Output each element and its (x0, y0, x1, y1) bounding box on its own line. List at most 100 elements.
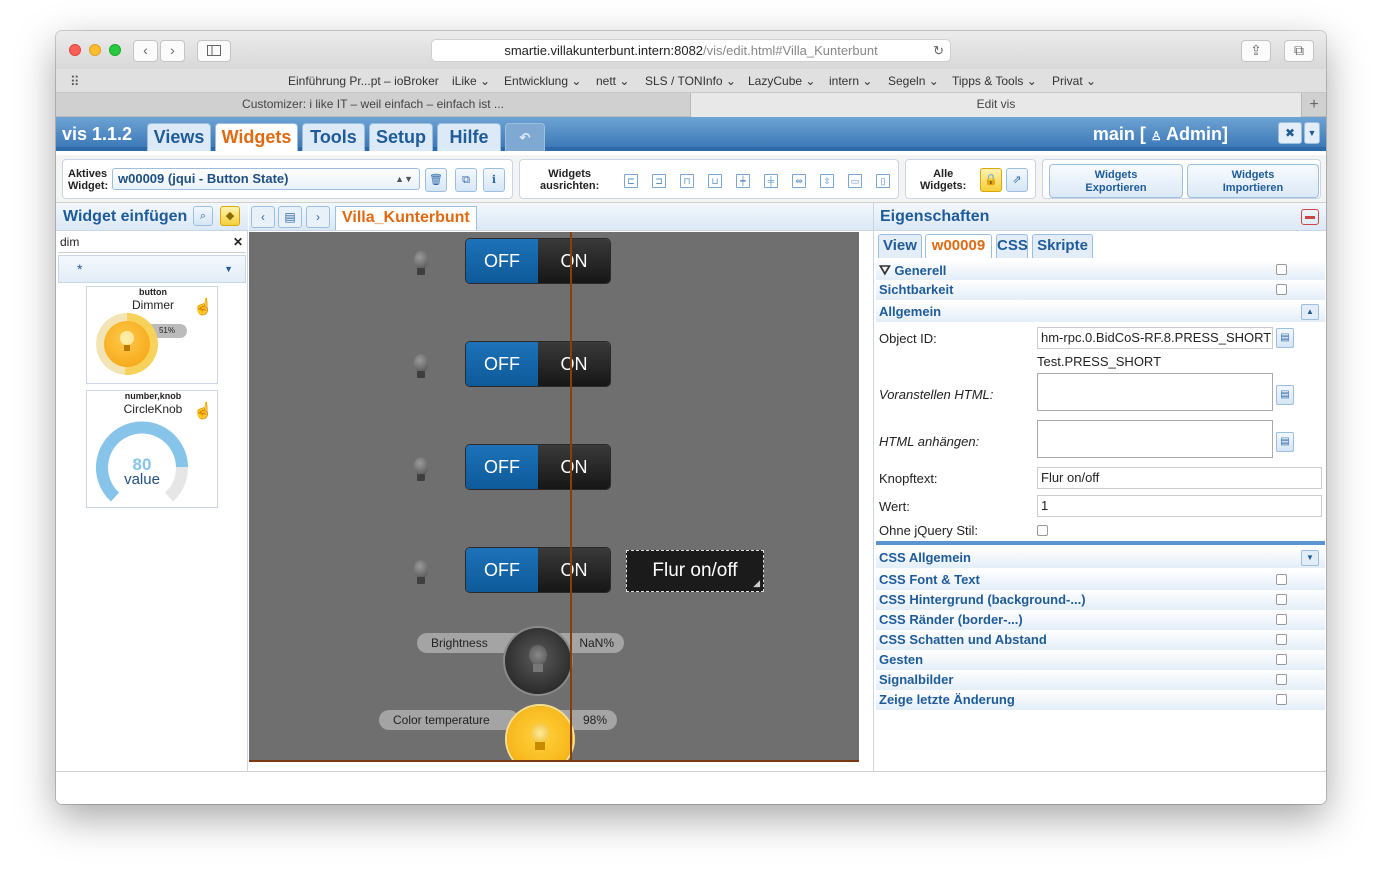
section-checkbox[interactable] (1276, 264, 1287, 275)
chevron-left-icon[interactable]: ‹ (251, 206, 275, 228)
section-css-shadow[interactable]: CSS Schatten und Abstand (876, 630, 1325, 650)
bookmark-item[interactable]: Tipps & Tools ⌄ (952, 74, 1037, 88)
align-top-icon[interactable]: ⊓ (680, 174, 694, 188)
expand-icon[interactable]: ▼ (1301, 550, 1319, 566)
section-last-change[interactable]: Zeige letzte Änderung (876, 690, 1325, 710)
flur-button-widget[interactable]: Flur on/off ◢ (626, 550, 764, 592)
section-checkbox[interactable] (1276, 654, 1287, 665)
bookmark-item[interactable]: Segeln ⌄ (888, 74, 939, 88)
close-window-button[interactable] (69, 44, 81, 56)
browser-tab[interactable]: Customizer: i like IT – weil einfach – e… (56, 93, 690, 117)
section-css-allgemein[interactable]: CSS Allgemein ▼ (876, 548, 1325, 568)
clear-filter-icon[interactable]: ✕ (233, 233, 243, 251)
tab-w00009[interactable]: w00009 (925, 234, 992, 258)
edit-canvas[interactable]: OFF ON OFF ON OFF ON OFF ON Flur on/off ◢ Bri… (249, 232, 859, 760)
switch-on-button[interactable]: ON (538, 342, 610, 386)
distribute-vertical-icon[interactable]: ⇳ (820, 174, 834, 188)
resize-handle-icon[interactable]: ◢ (753, 563, 760, 603)
undo-icon[interactable]: ↶ (505, 123, 545, 151)
switch-off-button[interactable]: OFF (466, 342, 538, 386)
align-center-horizontal-icon[interactable]: ╪ (764, 174, 778, 188)
same-width-icon[interactable]: ▭ (848, 174, 862, 188)
section-css-border[interactable]: CSS Ränder (border-...) (876, 610, 1325, 630)
new-tab-icon[interactable]: + (1302, 93, 1326, 117)
bookmark-item[interactable]: Einführung Pr...pt – ioBroker (288, 74, 439, 88)
menu-setup[interactable]: Setup (369, 123, 433, 151)
close-icon[interactable]: ✖ (1278, 122, 1302, 144)
switch-widget[interactable]: OFF ON (466, 548, 610, 592)
value-input[interactable]: 1 (1037, 495, 1322, 517)
section-checkbox[interactable] (1276, 694, 1287, 705)
section-checkbox[interactable] (1276, 674, 1287, 685)
tab-skripte[interactable]: Skripte (1032, 234, 1093, 258)
menu-widgets[interactable]: Widgets (215, 123, 298, 151)
copy-icon[interactable]: ⧉ (455, 168, 477, 192)
append-html-textarea[interactable] (1037, 420, 1273, 458)
switch-off-button[interactable]: OFF (466, 239, 538, 283)
bookmark-item[interactable]: Privat ⌄ (1052, 74, 1096, 88)
section-checkbox[interactable] (1276, 634, 1287, 645)
no-jquery-checkbox[interactable] (1037, 525, 1048, 536)
reload-icon[interactable]: ↻ (933, 40, 944, 61)
edit-append-icon[interactable]: ▤ (1276, 432, 1294, 452)
bookmark-item[interactable]: iLike ⌄ (452, 74, 490, 88)
button-text-input[interactable]: Flur on/off (1037, 467, 1322, 489)
tag-icon[interactable]: ◆ (220, 206, 240, 226)
section-signalbilder[interactable]: Signalbilder (876, 670, 1325, 690)
category-select[interactable]: * ▼ (58, 255, 246, 283)
minimize-window-button[interactable] (89, 44, 101, 56)
widget-filter-input[interactable]: dim ✕ (58, 233, 246, 253)
browser-tab-active[interactable]: Edit vis (690, 93, 1302, 117)
bookmark-item[interactable]: LazyCube ⌄ (748, 74, 815, 88)
align-bottom-icon[interactable]: ⊔ (708, 174, 722, 188)
back-icon[interactable]: ‹ (133, 40, 158, 62)
switch-on-button[interactable]: ON (538, 445, 610, 489)
switch-widget[interactable]: OFF ON (466, 239, 610, 283)
lock-icon[interactable]: 🔒 (980, 168, 1002, 192)
brightness-knob[interactable] (505, 628, 571, 694)
section-checkbox[interactable] (1276, 284, 1287, 295)
bookmark-item[interactable]: SLS / TONInfo ⌄ (645, 74, 736, 88)
switch-on-button[interactable]: ON (538, 548, 610, 592)
section-css-font[interactable]: CSS Font & Text (876, 570, 1325, 590)
menu-tools[interactable]: Tools (302, 123, 365, 151)
collapse-icon[interactable]: ▲ (1301, 304, 1319, 320)
tabs-overview-icon[interactable]: ⧉ (1284, 40, 1314, 62)
menu-hilfe[interactable]: Hilfe (437, 123, 501, 151)
external-link-icon[interactable]: ⇗ (1006, 168, 1028, 192)
switch-off-button[interactable]: OFF (466, 445, 538, 489)
section-gesten[interactable]: Gesten (876, 650, 1325, 670)
section-sichtbarkeit[interactable]: Sichtbarkeit (876, 280, 1325, 300)
bookmark-item[interactable]: Entwicklung ⌄ (504, 74, 581, 88)
section-css-background[interactable]: CSS Hintergrund (background-...) (876, 590, 1325, 610)
chevron-down-icon[interactable]: ▼ (1304, 122, 1320, 144)
search-icon[interactable]: ⌕ (193, 206, 213, 226)
section-generell[interactable]: ⛛ Generell (876, 260, 1325, 280)
align-right-icon[interactable]: ⊐ (652, 174, 666, 188)
switch-widget[interactable]: OFF ON (466, 342, 610, 386)
view-tab-villa[interactable]: Villa_Kunterbunt (335, 206, 477, 230)
edit-prepend-icon[interactable]: ▤ (1276, 385, 1294, 405)
tab-css[interactable]: CSS (996, 234, 1028, 258)
switch-on-button[interactable]: ON (538, 239, 610, 283)
distribute-horizontal-icon[interactable]: ⇹ (792, 174, 806, 188)
tab-view[interactable]: View (878, 234, 922, 258)
widget-card-dimmer[interactable]: button Dimmer ☝ 51% (86, 286, 218, 384)
active-widget-select[interactable]: w00009 (jqui - Button State) ▲▼ (112, 168, 420, 190)
sidebar-icon[interactable] (197, 40, 231, 62)
chevron-right-icon[interactable]: › (306, 206, 330, 228)
object-id-input[interactable]: hm-rpc.0.BidCoS-RF.8.PRESS_SHORT (1037, 327, 1273, 349)
forward-icon[interactable]: › (160, 40, 185, 62)
menu-views[interactable]: Views (147, 123, 211, 151)
zoom-window-button[interactable] (109, 44, 121, 56)
section-checkbox[interactable] (1276, 594, 1287, 605)
delete-icon[interactable]: 🗑 (425, 168, 447, 192)
address-bar[interactable]: smartie.villakunterbunt.intern:8082/vis/… (431, 39, 951, 62)
align-left-icon[interactable]: ⊏ (624, 174, 638, 188)
switch-off-button[interactable]: OFF (466, 548, 538, 592)
bookmark-item[interactable]: nett ⌄ (596, 74, 629, 88)
align-center-vertical-icon[interactable]: ┿ (736, 174, 750, 188)
section-allgemein[interactable]: Allgemein ▲ (876, 302, 1325, 322)
section-checkbox[interactable] (1276, 574, 1287, 585)
clipboard-icon[interactable]: ▤ (278, 206, 302, 228)
